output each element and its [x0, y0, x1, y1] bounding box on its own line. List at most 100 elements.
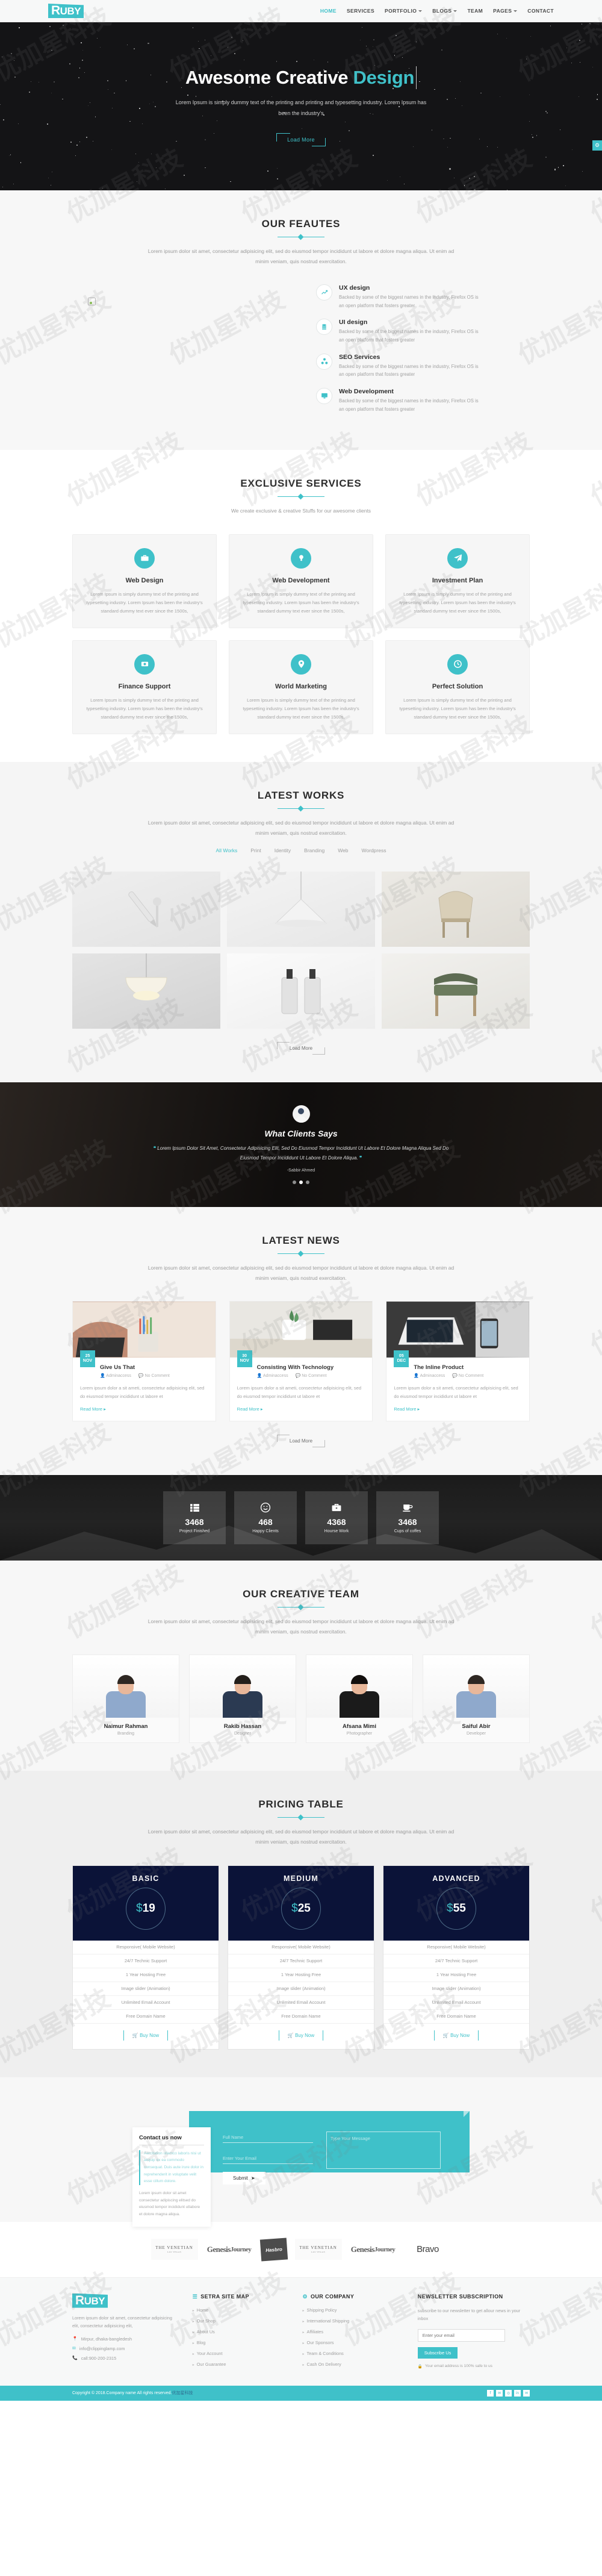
nav-item-blogs[interactable]: BLOGS: [432, 8, 458, 14]
carousel-dot[interactable]: [299, 1180, 303, 1185]
facebook-icon[interactable]: f: [487, 2389, 494, 2397]
service-card[interactable]: Web Design Lorem Ipsum is simply dummy te…: [72, 534, 217, 628]
footer-sitemap-item[interactable]: Home: [193, 2307, 290, 2313]
nav-item-services[interactable]: SERVICES: [347, 8, 374, 14]
footer-sitemap-item[interactable]: Our Shop: [193, 2318, 290, 2324]
linkedin-icon[interactable]: in: [514, 2389, 521, 2397]
team-card[interactable]: Afsana Mimi Photographer: [306, 1654, 413, 1744]
works-load-more-button[interactable]: Load More: [277, 1042, 325, 1055]
subscribe-button[interactable]: Subscribe Us: [417, 2347, 458, 2359]
footer-sitemap-links[interactable]: Home Our Shop About Us Blog Your Account Our …: [193, 2307, 290, 2367]
footer-sitemap-item[interactable]: Blog: [193, 2340, 290, 2345]
feature-text: Backed by some of the biggest names in t…: [339, 363, 479, 378]
works-filter-all-works[interactable]: All Works: [216, 847, 238, 853]
testimonial-carousel-dots[interactable]: [293, 1180, 309, 1185]
footer-logo[interactable]: RUBY: [72, 2293, 108, 2308]
footer-company-item[interactable]: Cash On Delivery: [303, 2362, 405, 2367]
gear-icon[interactable]: ⚙: [592, 140, 602, 151]
service-card[interactable]: Perfect Solution Lorem Ipsum is simply du…: [385, 640, 530, 735]
hero-load-more-button[interactable]: Load More: [276, 133, 326, 146]
service-card[interactable]: World Marketing Lorem Ipsum is simply dum…: [229, 640, 373, 735]
footer-sitemap-item[interactable]: About Us: [193, 2329, 290, 2334]
work-item-wooden-chair[interactable]: [382, 872, 530, 947]
footer-company-item[interactable]: Team & Conditions: [303, 2351, 405, 2356]
service-title: Finance Support: [118, 682, 171, 690]
news-card[interactable]: 25 NOV Give Us That 👤 Adminaccess 💬 No Comme…: [72, 1301, 216, 1422]
brand-logo-venetian: THE VENETIAN LAS VEGAS: [150, 2239, 198, 2260]
news-title[interactable]: Consisting With Technology: [257, 1364, 365, 1371]
footer-contact-item[interactable]: 📍 Mirpur, dhaka-bangledesh: [72, 2336, 179, 2342]
full-name-input[interactable]: [223, 2132, 313, 2143]
footer-company-item[interactable]: International Shipping: [303, 2318, 405, 2324]
nav-item-pages[interactable]: PAGES: [493, 8, 518, 14]
news-load-more-button[interactable]: Load More: [277, 1435, 325, 1448]
nav-item-contact[interactable]: CONTACT: [527, 8, 554, 14]
team-card[interactable]: Naimur Rahman Branding: [72, 1654, 179, 1744]
work-item-pen-on-wall[interactable]: [72, 872, 220, 947]
twitter-icon[interactable]: ✉: [496, 2389, 503, 2397]
footer-company-item[interactable]: Our Sponsors: [303, 2340, 405, 2345]
instagram-icon[interactable]: ◎: [505, 2389, 512, 2397]
hero-section: Awesome Creative Design Lorem Ipsum is s…: [0, 22, 602, 190]
buy-now-button[interactable]: 🛒 Buy Now: [434, 2030, 479, 2041]
footer-company-item[interactable]: Shipping Policy: [303, 2307, 405, 2313]
footer-contact-item[interactable]: ✉ info@clippinglamp.com: [72, 2346, 179, 2351]
team-card[interactable]: Rakib Hassan Designer: [189, 1654, 296, 1744]
service-title: Perfect Solution: [432, 682, 483, 690]
mail-icon[interactable]: ✉: [523, 2389, 530, 2397]
work-item-two-bottles[interactable]: [227, 953, 375, 1029]
team-photo: [306, 1655, 412, 1718]
feature-item[interactable]: UX design Backed by some of the biggest n…: [316, 284, 514, 310]
carousel-dot[interactable]: [293, 1180, 296, 1185]
main-navigation[interactable]: HOME SERVICES PORTFOLIO BLOGS TEAM PAGES CONTA…: [320, 8, 554, 14]
works-filter-wordpress[interactable]: Wordpress: [362, 847, 386, 853]
submit-button[interactable]: Submit ➤: [223, 2171, 265, 2185]
service-card[interactable]: Finance Support Lorem Ipsum is simply dum…: [72, 640, 217, 735]
work-item-dome-lamp[interactable]: [72, 953, 220, 1029]
news-comments: 💬 No Comment: [295, 1374, 327, 1379]
footer-sitemap-title: ☰ SETRA SITE MAP: [193, 2294, 290, 2300]
newsletter-email-input[interactable]: [417, 2328, 505, 2342]
nav-item-team[interactable]: TEAM: [467, 8, 483, 14]
works-filter-web[interactable]: Web: [338, 847, 348, 853]
footer-sitemap-item[interactable]: Your Account: [193, 2351, 290, 2356]
buy-now-button[interactable]: 🛒 Buy Now: [279, 2030, 323, 2041]
service-card[interactable]: Investment Plan Lorem Ipsum is simply dum…: [385, 534, 530, 628]
feature-item[interactable]: SEO Services Backed by some of the bigges…: [316, 353, 514, 379]
read-more-link[interactable]: Read More ▸: [394, 1406, 420, 1412]
news-card[interactable]: 05 DEC The Inline Product 👤 Adminaccess 💬 No…: [386, 1301, 530, 1422]
site-logo[interactable]: RUBY: [48, 4, 84, 18]
pricing-feature: Responsive( Mobile Website): [383, 1941, 529, 1954]
footer-contact-item[interactable]: 📞 call:900-200-2315: [72, 2356, 179, 2361]
read-more-link[interactable]: Read More ▸: [80, 1406, 106, 1412]
carousel-dot[interactable]: [306, 1180, 309, 1185]
nav-item-home[interactable]: HOME: [320, 8, 337, 14]
read-more-link[interactable]: Read More ▸: [237, 1406, 263, 1412]
pricing-feature: Free Domain Name: [228, 2010, 374, 2024]
team-card[interactable]: Saiful Abir Developer: [423, 1654, 530, 1744]
work-item-green-armchair[interactable]: [382, 953, 530, 1029]
feature-item[interactable]: Web Development Backed by some of the big…: [316, 387, 514, 413]
footer-company-item[interactable]: Affiliates: [303, 2329, 405, 2334]
work-item-pendant-lamp[interactable]: [227, 872, 375, 947]
news-card[interactable]: 30 NOV Consisting With Technology 👤 Adminac…: [229, 1301, 373, 1422]
service-card[interactable]: Web Development Lorem Ipsum is simply dum…: [229, 534, 373, 628]
news-title[interactable]: The Inline Product: [414, 1364, 522, 1371]
works-section: LATEST WORKS Lorem ipsum dolor sit amet,…: [0, 762, 602, 1083]
email-input[interactable]: [223, 2153, 313, 2164]
news-title[interactable]: Give Us That: [100, 1364, 208, 1371]
feature-item[interactable]: UI design Backed by some of the biggest n…: [316, 319, 514, 344]
works-filter-branding[interactable]: Branding: [304, 847, 324, 853]
nav-item-portfolio[interactable]: PORTFOLIO: [385, 8, 423, 14]
message-textarea[interactable]: [326, 2131, 441, 2169]
brand-logo-hasbro: Hasbro: [259, 2238, 288, 2262]
footer-sitemap-item[interactable]: Our Guarantee: [193, 2362, 290, 2367]
works-filter-identity[interactable]: Identity: [275, 847, 291, 853]
works-filter-print[interactable]: Print: [250, 847, 261, 853]
footer-company-links[interactable]: Shipping Policy International Shipping Aff…: [303, 2307, 405, 2367]
buy-now-button[interactable]: 🛒 Buy Now: [123, 2030, 168, 2041]
copyright-link[interactable]: 优加星科技: [172, 2391, 193, 2395]
brand-name: Genesis: [206, 2244, 231, 2254]
works-filter-tabs[interactable]: All Works Print Identity Branding Web Wordpre…: [72, 847, 530, 853]
social-links[interactable]: f ✉ ◎ in ✉: [487, 2389, 530, 2397]
